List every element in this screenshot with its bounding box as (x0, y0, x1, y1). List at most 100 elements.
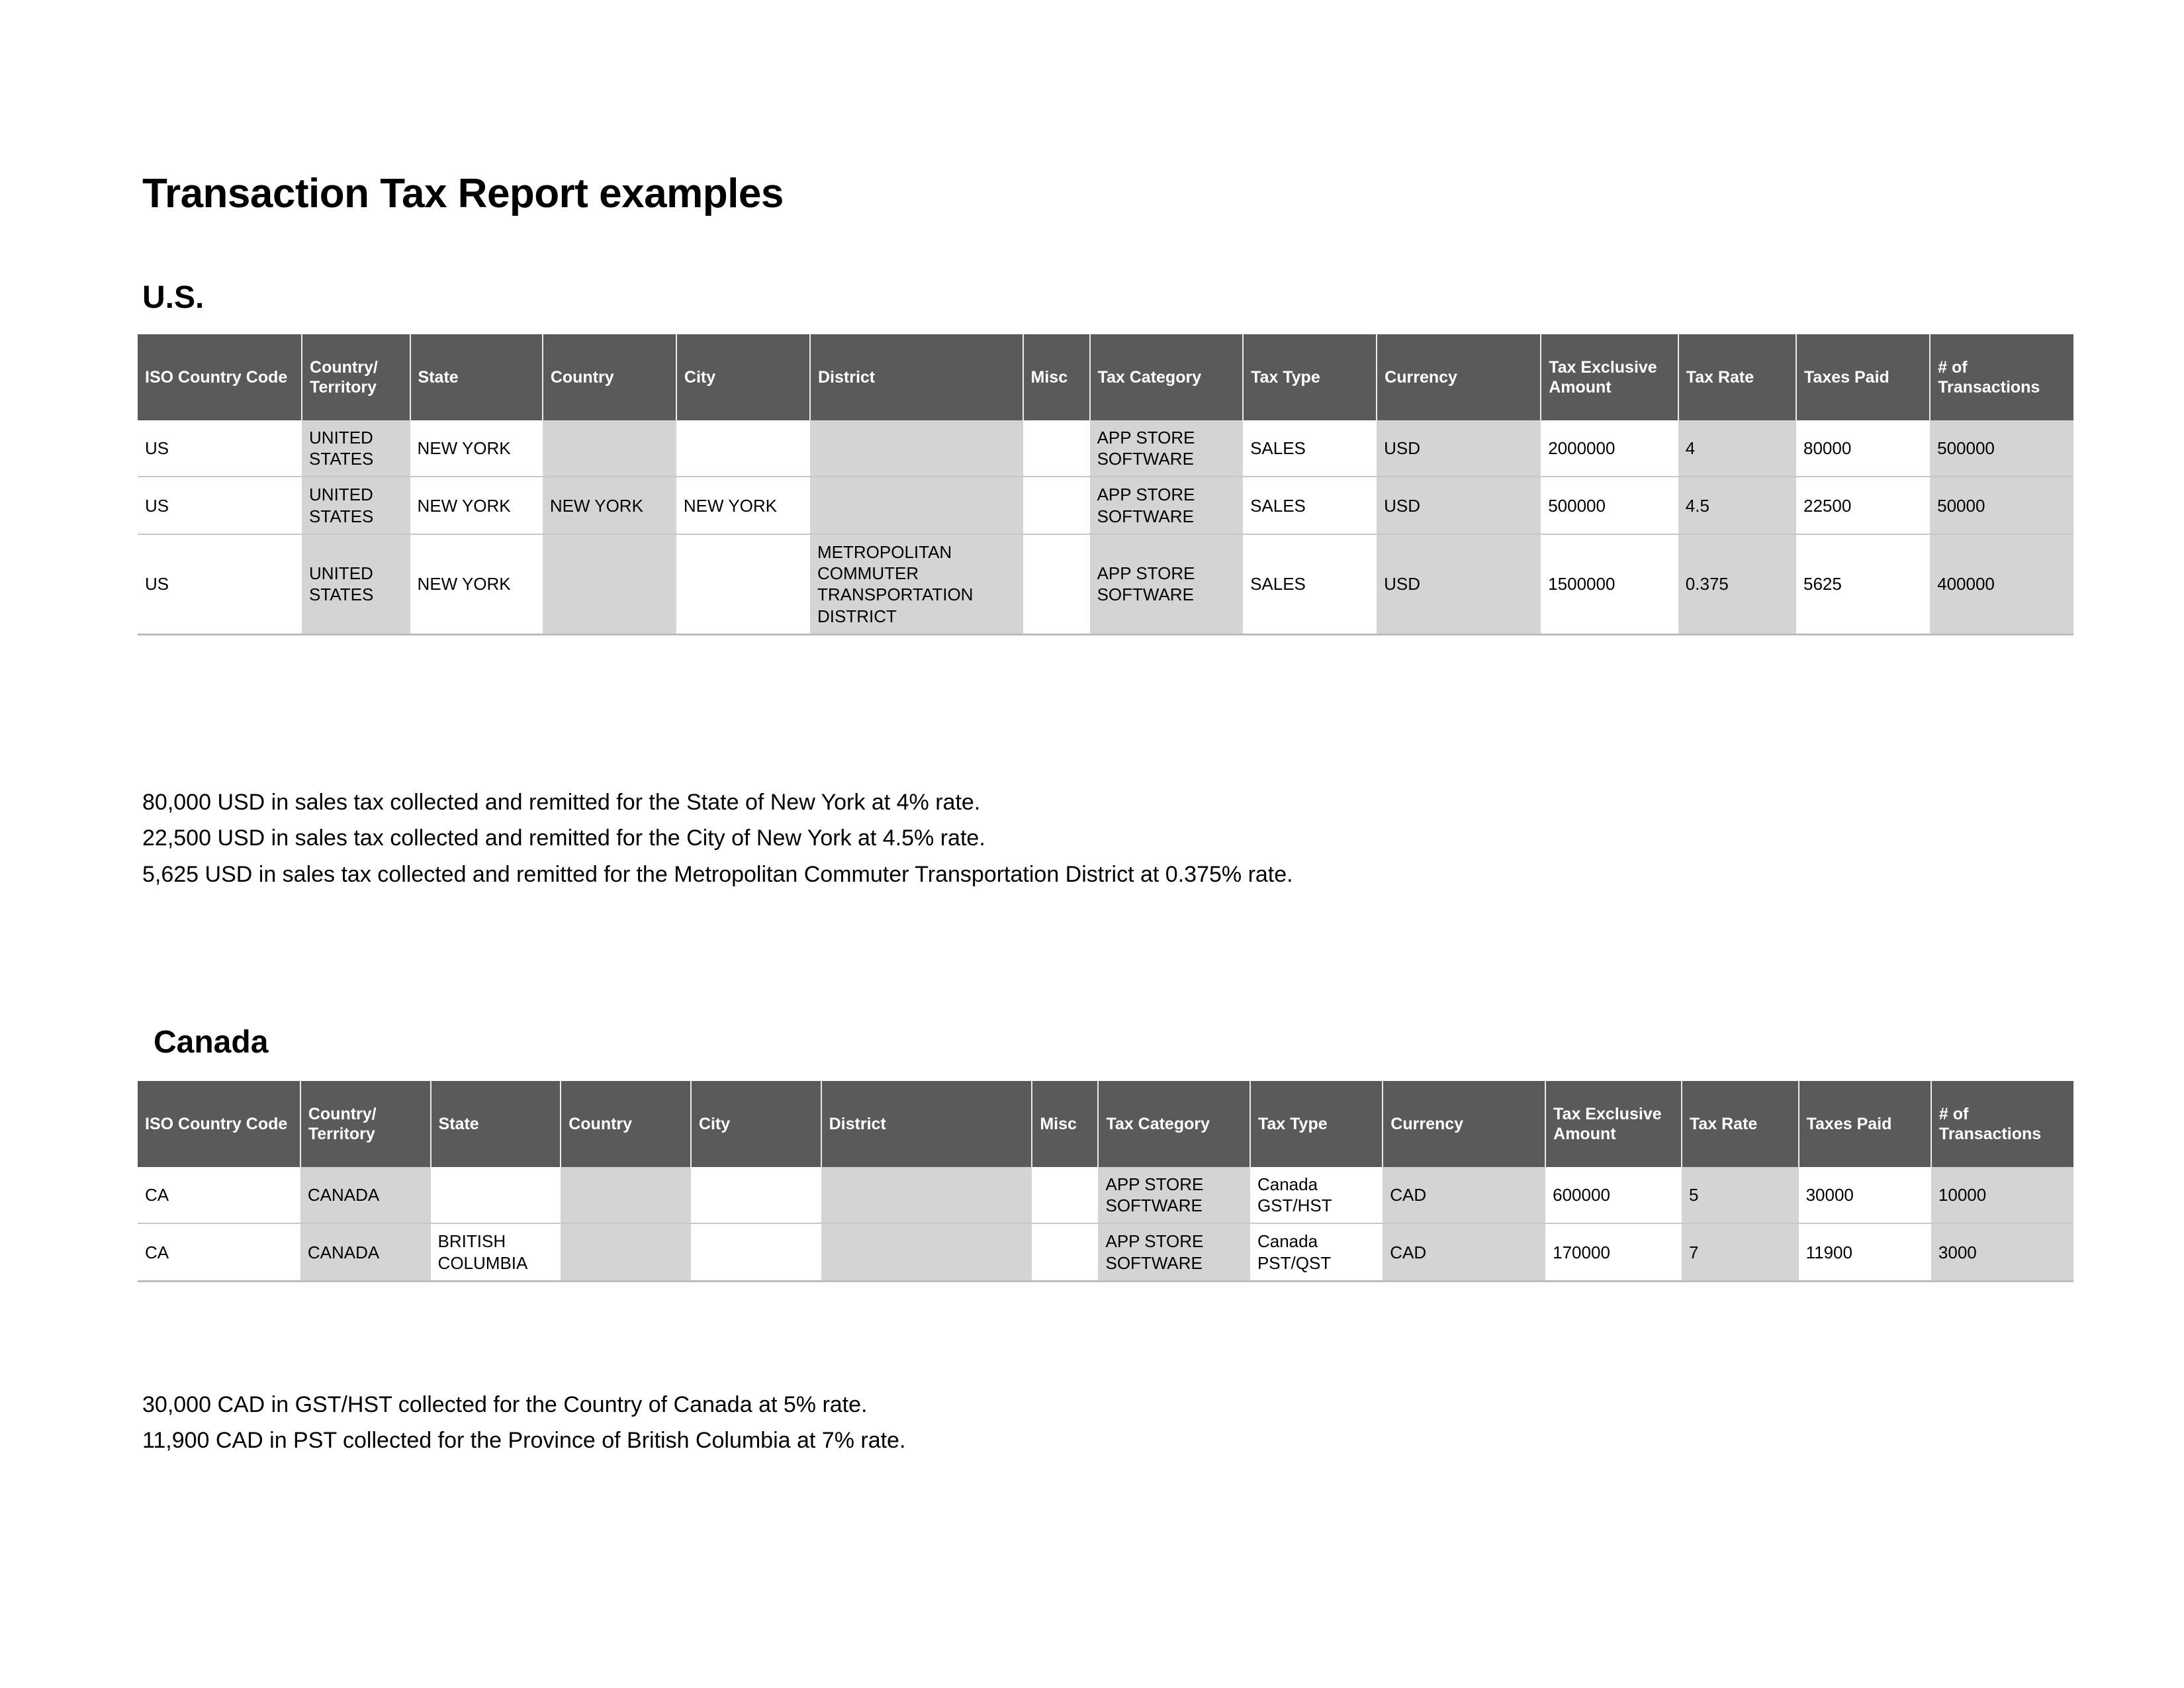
cell-num-transactions: 10000 (1931, 1167, 2073, 1225)
cell-tax-rate: 5 (1681, 1167, 1799, 1225)
cell-num-transactions: 3000 (1931, 1223, 2073, 1282)
cell-state (430, 1167, 561, 1225)
cell-country (542, 420, 676, 478)
us-note-line: 5,625 USD in sales tax collected and rem… (142, 861, 1293, 887)
document-page: Transaction Tax Report examples U.S. ISO… (0, 0, 2184, 1688)
cell-city (676, 534, 810, 635)
cell-tax-type: SALES (1243, 477, 1377, 535)
col-header-district: District (810, 334, 1024, 420)
cell-country-territory: UNITED STATES (302, 534, 410, 635)
cell-taxes-paid: 22500 (1796, 477, 1931, 535)
col-header-country-territory: Country/ Territory (302, 334, 411, 420)
col-header-city: City (676, 334, 811, 420)
cell-iso-country-code: CA (138, 1223, 300, 1282)
cell-num-transactions: 50000 (1930, 477, 2073, 535)
cell-misc (1032, 1167, 1099, 1225)
cell-state: NEW YORK (410, 534, 543, 635)
cell-state: BRITISH COLUMBIA (430, 1223, 561, 1282)
canada-tax-table: ISO Country Code Country/ Territory Stat… (138, 1081, 2073, 1282)
cell-city (690, 1223, 821, 1282)
cell-num-transactions: 500000 (1930, 420, 2073, 478)
canada-note-line: 11,900 CAD in PST collected for the Prov… (142, 1428, 906, 1454)
cell-iso-country-code: US (138, 477, 302, 535)
col-header-city: City (690, 1081, 822, 1167)
canada-table-body: CA CANADA APP STORE SOFTWARE Canada GST/… (138, 1167, 2073, 1282)
col-header-country-territory: Country/ Territory (300, 1081, 432, 1167)
table-row: CA CANADA BRITISH COLUMBIA APP STORE SOF… (138, 1223, 2073, 1282)
cell-tax-rate: 7 (1681, 1223, 1799, 1282)
cell-district (810, 420, 1023, 478)
cell-tax-type: Canada PST/QST (1250, 1223, 1383, 1282)
cell-currency: CAD (1383, 1223, 1546, 1282)
cell-taxes-paid: 80000 (1796, 420, 1931, 478)
canada-notes: 30,000 CAD in GST/HST collected for the … (142, 1387, 905, 1459)
col-header-currency: Currency (1377, 334, 1542, 420)
cell-currency: USD (1377, 420, 1541, 478)
cell-country-territory: CANADA (300, 1223, 431, 1282)
col-header-iso-country-code: ISO Country Code (138, 334, 303, 420)
us-table-body: US UNITED STATES NEW YORK APP STORE SOFT… (138, 420, 2073, 635)
cell-city: NEW YORK (676, 477, 810, 535)
cell-country-territory: UNITED STATES (302, 477, 410, 535)
cell-tax-rate: 4.5 (1678, 477, 1797, 535)
cell-city (676, 420, 810, 478)
cell-district (821, 1223, 1032, 1282)
col-header-state: State (430, 1081, 562, 1167)
cell-state: NEW YORK (410, 477, 543, 535)
us-note-line: 22,500 USD in sales tax collected and re… (142, 825, 985, 851)
canada-note-line: 30,000 CAD in GST/HST collected for the … (142, 1392, 868, 1417)
us-header-row: ISO Country Code Country/ Territory Stat… (138, 334, 2073, 420)
cell-misc (1023, 534, 1090, 635)
cell-tax-category: APP STORE SOFTWARE (1089, 420, 1244, 478)
table-row: US UNITED STATES NEW YORK APP STORE SOFT… (138, 420, 2073, 478)
col-header-tax-type: Tax Type (1243, 334, 1378, 420)
cell-tax-category: APP STORE SOFTWARE (1089, 477, 1244, 535)
cell-country-territory: CANADA (300, 1167, 431, 1225)
cell-district (821, 1167, 1032, 1225)
cell-city (690, 1167, 821, 1225)
cell-tax-exclusive-amount: 500000 (1541, 477, 1678, 535)
table-row: US UNITED STATES NEW YORK NEW YORK NEW Y… (138, 477, 2073, 535)
cell-iso-country-code: CA (138, 1167, 300, 1225)
cell-misc (1032, 1223, 1099, 1282)
col-header-tax-rate: Tax Rate (1681, 1081, 1799, 1167)
col-header-tax-type: Tax Type (1250, 1081, 1384, 1167)
col-header-district: District (821, 1081, 1033, 1167)
cell-iso-country-code: US (138, 420, 302, 478)
cell-misc (1023, 420, 1090, 478)
col-header-taxes-paid: Taxes Paid (1796, 334, 1931, 420)
col-header-tax-exclusive-amount: Tax Exclusive Amount (1541, 334, 1679, 420)
cell-taxes-paid: 5625 (1796, 534, 1931, 635)
cell-country (561, 1167, 691, 1225)
cell-tax-rate: 0.375 (1678, 534, 1797, 635)
cell-district (810, 477, 1023, 535)
cell-currency: USD (1377, 477, 1541, 535)
col-header-tax-exclusive-amount: Tax Exclusive Amount (1545, 1081, 1682, 1167)
page-title: Transaction Tax Report examples (142, 170, 784, 216)
us-notes: 80,000 USD in sales tax collected and re… (142, 784, 1293, 892)
col-header-num-transactions: # of Transactions (1931, 1081, 2073, 1167)
cell-tax-type: Canada GST/HST (1250, 1167, 1383, 1225)
section-heading-us: U.S. (142, 279, 205, 315)
cell-tax-category: APP STORE SOFTWARE (1098, 1223, 1250, 1282)
canada-table-header: ISO Country Code Country/ Territory Stat… (138, 1081, 2073, 1167)
cell-currency: CAD (1383, 1167, 1546, 1225)
col-header-tax-category: Tax Category (1098, 1081, 1251, 1167)
cell-country-territory: UNITED STATES (302, 420, 410, 478)
cell-misc (1023, 477, 1090, 535)
cell-tax-rate: 4 (1678, 420, 1797, 478)
col-header-country: Country (561, 1081, 692, 1167)
cell-taxes-paid: 11900 (1798, 1223, 1931, 1282)
col-header-currency: Currency (1383, 1081, 1547, 1167)
col-header-misc: Misc (1032, 1081, 1099, 1167)
col-header-taxes-paid: Taxes Paid (1798, 1081, 1932, 1167)
us-tax-table: ISO Country Code Country/ Territory Stat… (138, 334, 2073, 635)
cell-state: NEW YORK (410, 420, 543, 478)
col-header-tax-rate: Tax Rate (1678, 334, 1797, 420)
cell-num-transactions: 400000 (1930, 534, 2073, 635)
cell-tax-type: SALES (1243, 420, 1377, 478)
col-header-tax-category: Tax Category (1089, 334, 1244, 420)
col-header-country: Country (542, 334, 677, 420)
us-table-header: ISO Country Code Country/ Territory Stat… (138, 334, 2073, 420)
cell-country (542, 534, 676, 635)
